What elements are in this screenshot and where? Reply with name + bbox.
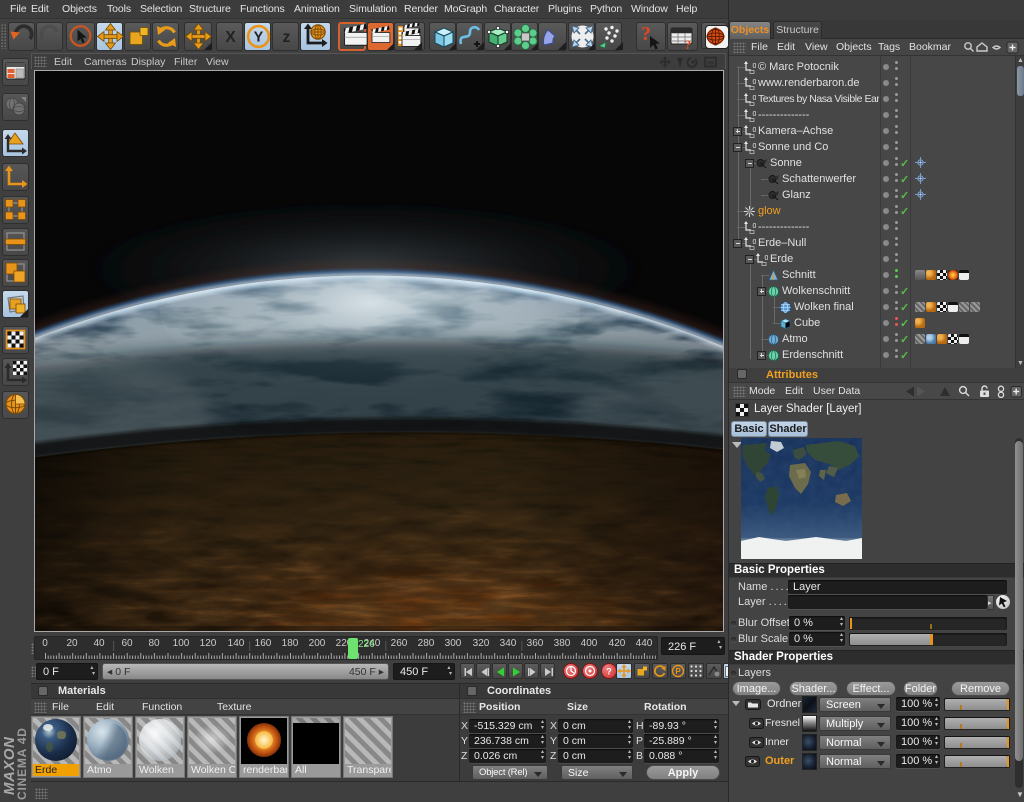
svg-text:Y: Y [254, 30, 264, 46]
svg-text:0: 0 [753, 63, 757, 70]
svg-text:0: 0 [753, 239, 757, 246]
svg-text:0: 0 [765, 255, 769, 262]
svg-text:0: 0 [753, 143, 757, 150]
svg-text:?: ? [606, 667, 612, 677]
svg-text:0: 0 [753, 223, 757, 230]
svg-text:0: 0 [753, 127, 757, 134]
svg-text:0: 0 [753, 111, 757, 118]
svg-text:z: z [283, 29, 291, 46]
svg-text:?: ? [641, 23, 651, 45]
svg-text:0: 0 [753, 95, 757, 102]
svg-text:?: ? [685, 37, 692, 50]
svg-text:P: P [675, 667, 681, 676]
svg-text:0: 0 [753, 79, 757, 86]
svg-text:X: X [225, 29, 236, 46]
